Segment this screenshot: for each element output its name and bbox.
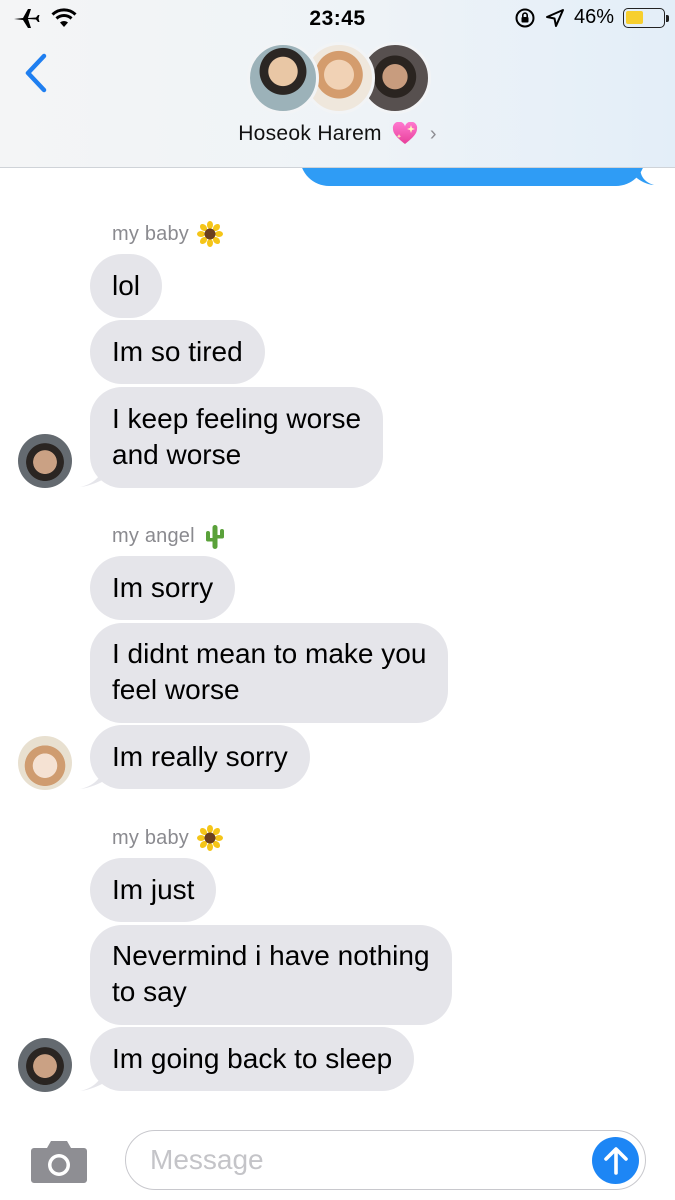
status-bar: 23:45 46% — [0, 0, 675, 38]
location-icon — [545, 8, 564, 27]
group-name-text: Hoseok Harem — [238, 122, 382, 145]
message-text: I keep feeling worse and worse — [112, 402, 362, 470]
message-text: I didnt mean to make you feel worse — [112, 638, 427, 705]
sparkling-heart-icon — [392, 122, 417, 144]
back-chevron-icon[interactable] — [18, 50, 54, 96]
camera-icon[interactable] — [30, 1138, 88, 1184]
incoming-message-bubble[interactable]: I didnt mean to make you feel worse — [90, 623, 449, 723]
message-input[interactable] — [125, 1130, 646, 1190]
contact-avatar[interactable] — [18, 1038, 72, 1092]
send-button[interactable] — [592, 1137, 639, 1184]
incoming-message-bubble[interactable]: Im sorry — [90, 556, 236, 620]
sender-label: my baby — [112, 221, 223, 247]
message-text: Im going back to sleep — [112, 1043, 393, 1074]
incoming-message-bubble[interactable]: Im going back to sleep — [90, 1027, 415, 1091]
sender-name: my baby — [112, 222, 189, 245]
cactus-icon — [205, 525, 224, 549]
incoming-bubble-tail — [80, 768, 106, 789]
orientation-lock-icon — [515, 8, 535, 27]
incoming-bubble-tail — [80, 466, 106, 487]
battery-icon — [623, 7, 669, 28]
message-text: Im sorry — [112, 572, 214, 603]
sender-name: my baby — [112, 826, 189, 849]
incoming-message-bubble[interactable]: Im really sorry — [90, 725, 310, 789]
incoming-message-bubble[interactable]: lol — [90, 254, 163, 318]
message-text: Im just — [112, 874, 195, 905]
contact-avatar[interactable] — [18, 736, 72, 790]
incoming-message-bubble[interactable]: Nevermind i have nothing to say — [90, 925, 452, 1025]
incoming-message-bubble[interactable]: Im so tired — [90, 320, 265, 384]
message-text: lol — [112, 270, 141, 301]
sender-name: my angel — [112, 524, 195, 547]
sunflower-icon — [197, 825, 223, 851]
arrow-up-icon — [603, 1146, 628, 1175]
message-text: Im really sorry — [112, 741, 288, 772]
contact-avatar[interactable] — [18, 434, 72, 488]
outgoing-bubble-tail — [628, 166, 654, 185]
conversation-header: 23:45 46% Hoseok Harem › — [0, 0, 675, 168]
group-avatars[interactable] — [247, 42, 431, 116]
incoming-message-bubble[interactable]: Im just — [90, 858, 217, 922]
sunflower-icon — [197, 221, 223, 247]
chevron-right-icon: › — [429, 122, 437, 145]
battery-level-fill — [626, 10, 643, 24]
group-title[interactable]: Hoseok Harem › — [0, 122, 675, 146]
sender-label: my baby — [112, 825, 223, 851]
incoming-bubble-tail — [80, 1070, 106, 1091]
battery-percent: 46% — [573, 6, 614, 28]
message-text: Nevermind i have nothing to say — [112, 940, 430, 1007]
group-avatar — [247, 42, 319, 114]
incoming-message-bubble[interactable]: I keep feeling worse and worse — [90, 387, 384, 488]
sender-label: my angel — [112, 523, 227, 549]
message-text: Im so tired — [112, 336, 243, 367]
